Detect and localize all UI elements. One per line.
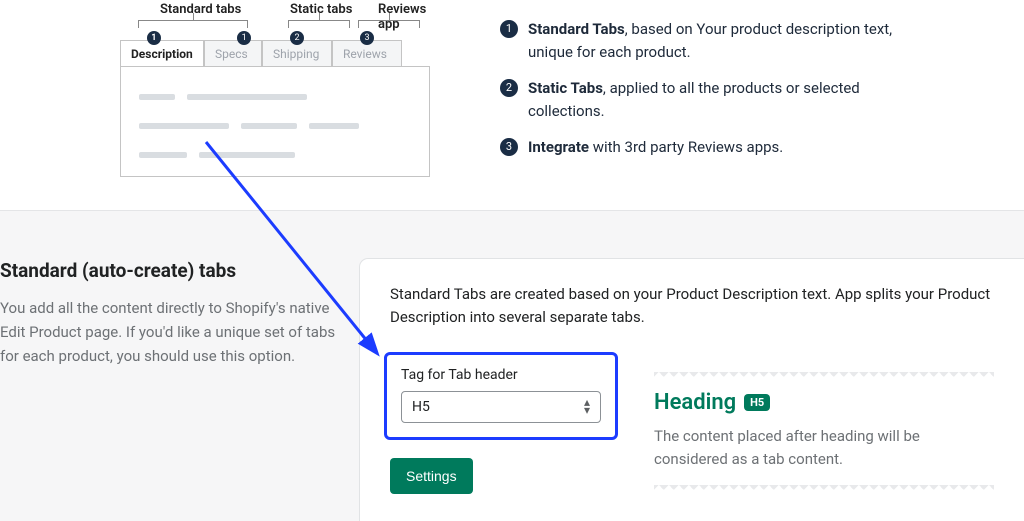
illus-tab-body: [120, 67, 430, 177]
top-panel: Standard tabs Static tabs Reviews app 1 …: [0, 0, 1024, 211]
feature-item-3: 3 Integrate with 3rd party Reviews apps.: [500, 136, 930, 159]
section-title: Standard (auto-create) tabs: [0, 259, 336, 282]
card-intro: Standard Tabs are created based on your …: [390, 283, 994, 330]
tabs-illustration: Standard tabs Static tabs Reviews app 1 …: [120, 0, 430, 180]
tag-header-label: Tag for Tab header: [401, 367, 601, 383]
lower-left-text: Standard (auto-create) tabs You add all …: [0, 259, 360, 521]
settings-card: Standard Tabs are created based on your …: [360, 259, 1024, 521]
bullet-1-icon: 1: [500, 20, 518, 38]
bracket-1: [138, 20, 248, 28]
illus-tab-description: 1 Description: [120, 40, 204, 67]
lower-section: Standard (auto-create) tabs You add all …: [0, 211, 1024, 521]
feature-list: 1 Standard Tabs, based on Your product d…: [500, 0, 930, 180]
tag-header-select[interactable]: H5 ▴▾: [401, 391, 601, 423]
annot-standard: Standard tabs: [160, 2, 241, 17]
settings-button[interactable]: Settings: [390, 458, 473, 494]
tag-header-value: H5: [412, 399, 430, 415]
bullet-3-icon: 3: [500, 138, 518, 156]
chevron-updown-icon: ▴▾: [584, 399, 590, 413]
section-desc: You add all the content directly to Shop…: [0, 296, 336, 368]
heading-desc: The content placed after heading will be…: [654, 425, 994, 472]
illus-tab-specs: 1 Specs: [204, 40, 262, 67]
heading-preview: Heading H5 The content placed after head…: [654, 352, 994, 504]
annot-static: Static tabs: [290, 2, 352, 17]
feature-item-1: 1 Standard Tabs, based on Your product d…: [500, 18, 930, 63]
zigzag-divider: [654, 372, 994, 378]
illus-tab-shipping: 2 Shipping: [262, 40, 332, 67]
bullet-2-icon: 2: [500, 79, 518, 97]
feature-item-2: 2 Static Tabs, applied to all the produc…: [500, 77, 930, 122]
zigzag-divider-2: [654, 485, 994, 491]
illus-tab-reviews: 3 Reviews: [332, 40, 402, 67]
heading-badge: H5: [744, 394, 770, 411]
heading-word: Heading: [654, 390, 736, 415]
bracket-3: [358, 20, 420, 28]
highlight-box: Tag for Tab header H5 ▴▾ Settings: [390, 352, 618, 504]
bracket-2: [288, 20, 350, 28]
